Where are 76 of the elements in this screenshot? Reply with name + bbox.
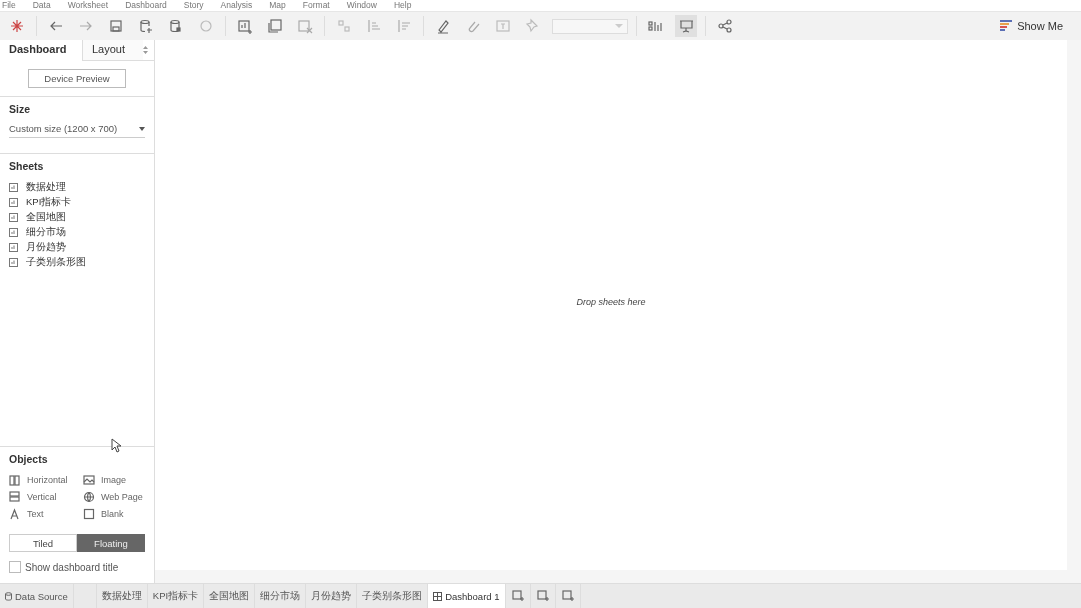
sheet-icon <box>9 183 18 192</box>
menu-item[interactable]: Map <box>269 0 286 11</box>
mouse-cursor-icon <box>111 438 121 453</box>
share-icon[interactable] <box>717 18 733 34</box>
save-icon[interactable] <box>108 18 124 34</box>
blank-icon <box>83 507 95 520</box>
duplicate-icon[interactable] <box>267 18 283 34</box>
menu-item[interactable]: Dashboard <box>125 0 167 11</box>
menu-item[interactable]: Window <box>346 0 377 11</box>
sheet-icon <box>9 258 18 267</box>
sheet-icon <box>9 198 18 207</box>
panel-tab[interactable]: Layout <box>83 40 143 60</box>
clear-sheet-icon[interactable] <box>297 18 313 34</box>
dashboard-icon <box>433 591 443 601</box>
section-heading: Size <box>9 103 31 115</box>
device-preview-button[interactable]: Device Preview <box>28 69 126 88</box>
database-add-icon[interactable] <box>138 18 154 34</box>
show-me-button[interactable]: Show Me <box>994 19 1069 33</box>
database-icon[interactable] <box>168 18 184 34</box>
image-icon <box>83 473 95 486</box>
sheet-tab[interactable]: 月份趋势 <box>306 584 358 608</box>
sheet-item[interactable]: KPI指标卡 <box>26 196 72 209</box>
database-icon <box>5 591 12 601</box>
sheet-tab[interactable]: 全国地图 <box>204 584 256 608</box>
menu-item[interactable]: Format <box>302 0 330 11</box>
menu-item[interactable]: Worksheet <box>67 0 109 11</box>
logo-icon[interactable] <box>9 18 25 34</box>
sheet-item[interactable]: 数据处理 <box>26 181 66 194</box>
panel-tab[interactable]: Dashboard <box>0 39 83 61</box>
sheet-icon <box>9 213 18 222</box>
text-object-icon <box>9 507 21 520</box>
chart-type-icon[interactable] <box>648 18 664 34</box>
presentation-icon[interactable] <box>678 18 694 34</box>
object-item[interactable]: Image <box>101 474 126 485</box>
sheet-icon <box>9 243 18 252</box>
horizontal-container-icon <box>9 473 21 486</box>
checkbox-label: Show dashboard title <box>25 561 119 573</box>
new-story-icon[interactable] <box>561 590 574 602</box>
highlight-icon[interactable] <box>435 18 451 34</box>
caret-icon <box>139 126 145 131</box>
object-item[interactable]: Horizontal <box>27 474 68 485</box>
caret-icon <box>615 23 623 29</box>
data-source-tab[interactable]: Data Source <box>0 584 74 608</box>
globe-icon <box>83 490 95 503</box>
sheet-item[interactable]: 月份趋势 <box>26 241 66 254</box>
menu-item[interactable]: Analysis <box>220 0 253 11</box>
menu-item[interactable]: File <box>2 0 16 11</box>
pin-icon[interactable] <box>525 18 541 34</box>
sheet-item[interactable]: 细分市场 <box>26 226 66 239</box>
menu-item[interactable]: Story <box>183 0 204 11</box>
sheet-tab[interactable]: Dashboard 1 <box>428 584 506 608</box>
sheet-icon <box>9 228 18 237</box>
checkbox[interactable] <box>9 561 21 573</box>
object-item[interactable]: Text <box>27 508 44 519</box>
vertical-container-icon <box>9 490 21 503</box>
object-item[interactable]: Web Page <box>101 491 143 502</box>
section-heading: Sheets <box>9 160 45 172</box>
new-dashboard-icon[interactable] <box>536 590 549 602</box>
layout-mode-toggle[interactable]: Floating <box>77 534 145 552</box>
object-item[interactable]: Vertical <box>27 491 57 502</box>
object-item[interactable]: Blank <box>101 508 124 519</box>
new-sheet-icon[interactable] <box>237 18 253 34</box>
menu-item[interactable]: Help <box>393 0 412 11</box>
bar-chart-icon <box>1000 20 1013 32</box>
sheet-item[interactable]: 全国地图 <box>26 211 66 224</box>
sheet-tab[interactable]: 数据处理 <box>96 584 148 608</box>
section-heading: Objects <box>9 453 49 465</box>
sheet-tab[interactable]: 细分市场 <box>255 584 307 608</box>
menu-item[interactable]: Data <box>32 0 51 11</box>
sheet-tab[interactable]: KPI指标卡 <box>147 584 205 608</box>
sheet-item[interactable]: 子类别条形图 <box>26 256 86 269</box>
new-worksheet-icon[interactable] <box>511 590 524 602</box>
size-dropdown[interactable]: Custom size (1200 x 700) <box>9 123 145 138</box>
drop-hint: Drop sheets here <box>576 297 646 307</box>
layout-mode-toggle[interactable]: Tiled <box>9 534 77 552</box>
dropdown-field[interactable] <box>552 18 628 34</box>
